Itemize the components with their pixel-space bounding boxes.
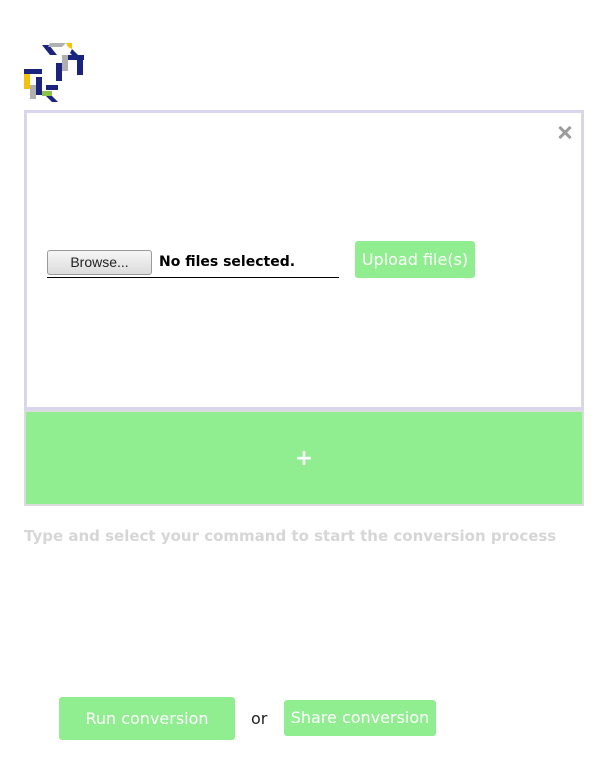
app-logo[interactable] [22,41,88,103]
browse-button[interactable]: Browse... [47,250,152,275]
share-conversion-button[interactable]: Share conversion [284,700,436,736]
run-conversion-button[interactable]: Run conversion [59,697,235,740]
upload-files-button[interactable]: Upload file(s) [355,241,475,278]
upload-panel: Browse... No files selected. Upload file… [24,110,584,410]
command-hint: Type and select your command to start th… [24,527,557,545]
or-separator: or [251,709,268,728]
file-input[interactable]: Browse... No files selected. [47,249,339,278]
add-command-button[interactable]: + [24,410,584,506]
close-icon[interactable] [556,124,574,142]
file-status-text: No files selected. [159,254,296,270]
app-logo-icon [24,43,84,102]
plus-icon: + [294,446,314,471]
page: Browse... No files selected. Upload file… [0,0,608,776]
